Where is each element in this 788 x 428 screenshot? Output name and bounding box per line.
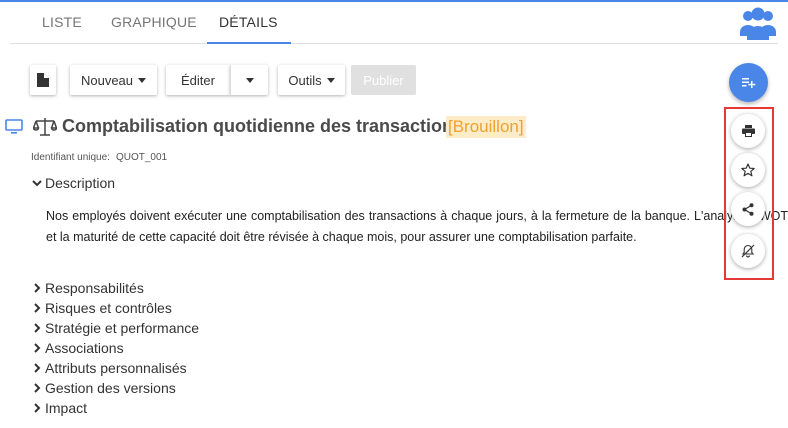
- chevron-right-icon: [34, 403, 41, 413]
- section-strategie-performance[interactable]: Stratégie et performance: [32, 319, 199, 337]
- section-responsabilites[interactable]: Responsabilités: [32, 279, 144, 297]
- outils-dropdown-button[interactable]: Outils: [278, 65, 345, 95]
- active-tab-indicator: [207, 42, 291, 44]
- section-label: Stratégie et performance: [45, 320, 200, 336]
- document-icon: [37, 73, 49, 87]
- tab-liste[interactable]: LISTE: [42, 14, 82, 30]
- nouveau-dropdown-button[interactable]: Nouveau: [70, 65, 157, 95]
- notifications-off-button[interactable]: [731, 234, 765, 268]
- share-icon: [742, 202, 754, 216]
- section-risques-controles[interactable]: Risques et contrôles: [32, 299, 172, 317]
- page-title: Comptabilisation quotidienne des transac…: [62, 116, 464, 136]
- tab-bar: LISTE GRAPHIQUE DÉTAILS: [10, 2, 778, 44]
- description-heading: Description: [45, 175, 116, 191]
- caret-down-icon: [138, 77, 147, 83]
- favorite-button[interactable]: [731, 153, 765, 187]
- unique-identifier: Identifiant unique: QUOT_001: [31, 152, 167, 163]
- editer-button[interactable]: Éditer: [166, 65, 230, 95]
- print-button[interactable]: [731, 114, 765, 148]
- caret-down-icon: [245, 77, 254, 83]
- chevron-down-icon: [32, 180, 42, 187]
- tab-details[interactable]: DÉTAILS: [219, 14, 278, 30]
- status-badge: [Brouillon]: [446, 116, 526, 138]
- users-icon[interactable]: [740, 6, 776, 40]
- editer-dropdown-toggle[interactable]: [230, 65, 268, 95]
- publier-button[interactable]: Publier: [351, 65, 416, 95]
- document-button[interactable]: [30, 65, 56, 95]
- uid-value: QUOT_001: [115, 152, 168, 163]
- outils-label: Outils: [288, 72, 322, 88]
- section-label: Gestion des versions: [45, 380, 176, 396]
- publier-label: Publier: [363, 72, 404, 88]
- chevron-right-icon: [34, 303, 41, 313]
- section-gestion-versions[interactable]: Gestion des versions: [32, 379, 176, 397]
- add-to-list-fab[interactable]: [729, 63, 768, 102]
- balance-scale-icon: [33, 118, 57, 136]
- section-label: Attributs personnalisés: [45, 360, 187, 376]
- section-label: Associations: [45, 340, 124, 356]
- uid-label: Identifiant unique:: [31, 152, 110, 163]
- section-label: Impact: [45, 400, 88, 416]
- section-impact[interactable]: Impact: [32, 399, 87, 417]
- description-toggle[interactable]: Description: [32, 174, 115, 192]
- section-attributs-personnalises[interactable]: Attributs personnalisés: [32, 359, 187, 377]
- bell-off-icon: [741, 244, 755, 258]
- star-icon: [741, 163, 755, 177]
- print-icon: [741, 125, 755, 137]
- section-label: Responsabilités: [45, 280, 144, 296]
- caret-down-icon: [326, 77, 335, 83]
- description-text: Nos employés doivent exécuter une compta…: [46, 209, 788, 244]
- nouveau-label: Nouveau: [80, 72, 134, 88]
- chevron-right-icon: [34, 363, 41, 373]
- chevron-right-icon: [34, 283, 41, 293]
- monitor-icon: [5, 119, 23, 134]
- section-label: Risques et contrôles: [45, 300, 172, 316]
- tab-graphique[interactable]: GRAPHIQUE: [111, 14, 197, 30]
- playlist-add-icon: [741, 77, 755, 88]
- chevron-right-icon: [34, 383, 41, 393]
- section-associations[interactable]: Associations: [32, 339, 124, 357]
- chevron-right-icon: [34, 343, 41, 353]
- chevron-right-icon: [34, 323, 41, 333]
- editer-label: Éditer: [181, 72, 215, 88]
- share-button[interactable]: [731, 192, 765, 226]
